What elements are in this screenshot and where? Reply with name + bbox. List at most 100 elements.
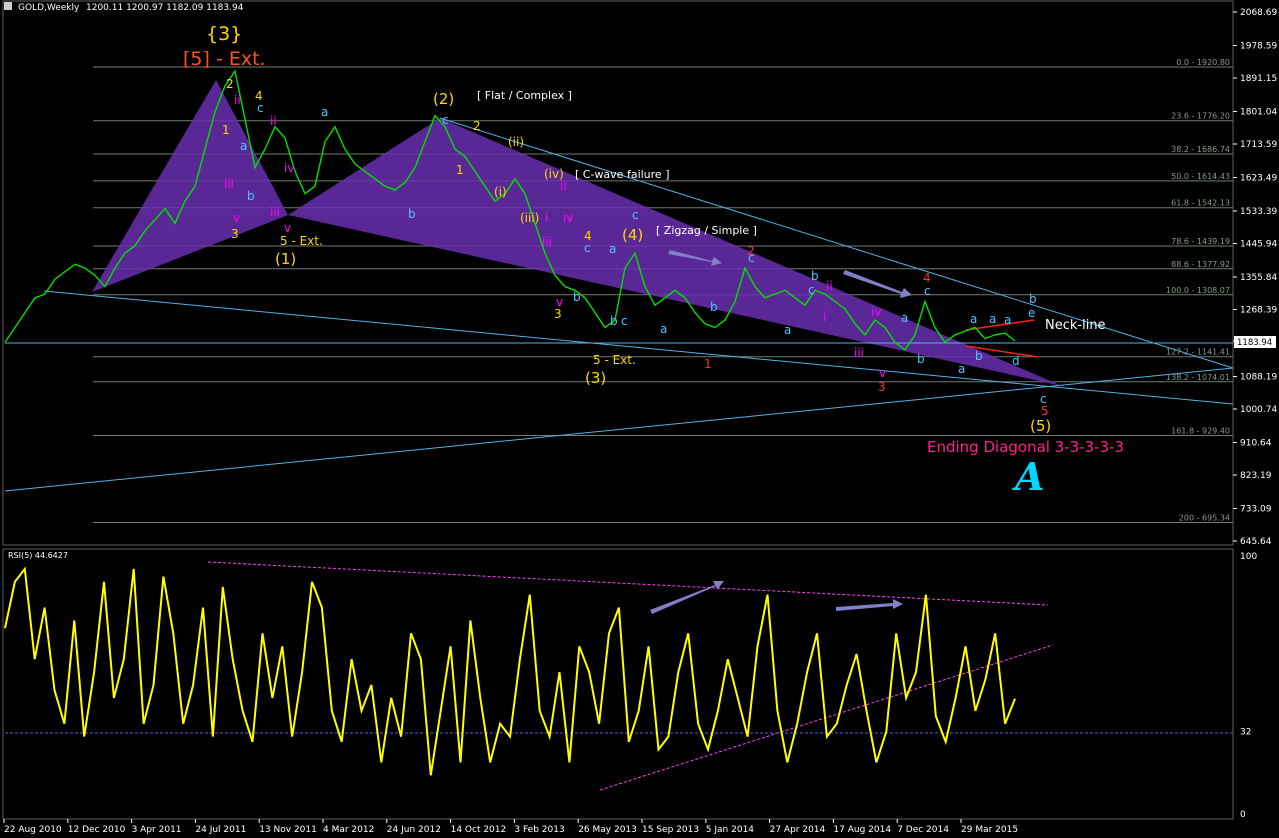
- fib-level-label: 88.6 - 1377.92: [1171, 260, 1230, 269]
- wave-count-label: 3: [554, 307, 562, 321]
- wave-count-label: c: [442, 113, 449, 127]
- logo-icon: A: [1012, 454, 1044, 499]
- time-axis-label: 24 Jul 2011: [195, 825, 246, 835]
- wave-count-label: 1: [222, 123, 230, 137]
- wave-3-label: (3): [585, 369, 606, 387]
- fib-level-label: 78.6 - 1439.19: [1171, 237, 1230, 246]
- time-axis-label: 7 Dec 2014: [897, 825, 949, 835]
- wave-count-label: b: [408, 207, 416, 221]
- wave-count-label: 3: [231, 227, 239, 241]
- neck-line-label: Neck-line: [1045, 318, 1106, 333]
- wave-count-label: 2: [747, 244, 755, 258]
- wave-count-label: b: [573, 290, 581, 304]
- wave-count-label: b: [710, 300, 718, 314]
- wave-count-label: 3: [878, 380, 886, 394]
- wave-count-label: iii: [542, 235, 552, 249]
- wave-count-label: b: [811, 269, 819, 283]
- fib-level-label: 0.0 - 1920.80: [1176, 58, 1230, 67]
- time-axis-label: 27 Apr 2014: [770, 825, 826, 835]
- wave-count-label: c: [924, 284, 931, 298]
- time-axis-label: 15 Sep 2013: [642, 825, 699, 835]
- wave-count-label: iv: [284, 161, 294, 175]
- rsi-axis-label: 0: [1240, 810, 1246, 820]
- wave-count-label: c: [632, 208, 639, 222]
- rsi-axis-label: 100: [1240, 552, 1257, 562]
- time-axis-label: 4 Mar 2012: [323, 825, 374, 835]
- wave-count-label: ii: [234, 93, 241, 107]
- time-axis-label: 14 Oct 2012: [451, 825, 507, 835]
- fib-level-label: 200 - 695.34: [1179, 514, 1230, 523]
- fib-level-label: 161.8 - 929.40: [1171, 427, 1230, 436]
- rsi-panel: [2, 548, 1234, 820]
- collapse-icon[interactable]: [4, 2, 12, 10]
- fib-level-label: 100.0 - 1308.07: [1166, 286, 1230, 295]
- wave-count-label: v: [233, 211, 240, 225]
- wave-3-curly-label: {3}: [206, 23, 242, 45]
- wave-count-label: a: [784, 323, 791, 337]
- wave-count-label: (i): [494, 185, 507, 199]
- wave-5-label: (5): [1030, 417, 1051, 435]
- wave-count-label: (ii): [508, 135, 524, 149]
- wave-count-label: b: [1029, 292, 1037, 306]
- wave-count-label: a: [970, 312, 977, 326]
- price-axis-label: 1713.59: [1240, 140, 1277, 150]
- price-axis-label: 1533.39: [1240, 207, 1277, 217]
- fib-level-label: 61.8 - 1542.13: [1171, 199, 1230, 208]
- wave-count-label: 1: [704, 357, 712, 371]
- wave-count-label: b: [610, 314, 618, 328]
- wave-count-label: b: [917, 352, 925, 366]
- time-axis-label: 26 May 2013: [578, 825, 637, 835]
- wave-count-label: a: [989, 312, 996, 326]
- wave-count-label: 1: [456, 163, 464, 177]
- price-axis-label: 1088.19: [1240, 372, 1277, 382]
- wave-count-label: b: [975, 349, 983, 363]
- wave-5-ext-label: [5] - Ext.: [183, 48, 266, 70]
- wave-count-label: v: [879, 366, 886, 380]
- wave-count-label: iv: [871, 305, 881, 319]
- rsi-axis: 100 32 0: [1240, 552, 1257, 820]
- fib-level-label: 23.6 - 1776.20: [1171, 112, 1230, 121]
- time-axis-label: 22 Aug 2010: [4, 825, 62, 835]
- price-axis-label: 1978.59: [1240, 41, 1277, 51]
- price-axis-label: 2068.69: [1240, 8, 1277, 18]
- price-axis-label: 1891.15: [1240, 74, 1277, 84]
- five-ext-label-a: 5 - Ext.: [280, 234, 323, 248]
- wave-count-label: 2: [226, 77, 234, 91]
- price-tag: 1183.94: [1237, 338, 1272, 348]
- wave-count-label: b: [247, 189, 255, 203]
- wave-count-label: 5: [1041, 404, 1049, 418]
- wave-count-label: a: [901, 311, 908, 325]
- wave-count-label: d: [1012, 354, 1020, 368]
- rsi-title: RSI(5) 44.6427: [8, 551, 68, 560]
- price-axis-label: 910.64: [1240, 438, 1272, 448]
- price-axis-label: 1623.49: [1240, 173, 1277, 183]
- time-axis-label: 5 Jan 2014: [706, 825, 754, 835]
- price-axis: 2068.69 1978.59 1891.15 1801.04 1713.59 1623.…: [1233, 8, 1277, 547]
- wave-count-label: c: [257, 101, 264, 115]
- wave-count-label: a: [321, 105, 328, 119]
- wave-count-label: (iii): [520, 211, 539, 225]
- wave-count-label: 4: [923, 271, 931, 285]
- time-axis-label: 29 Mar 2015: [961, 825, 1018, 835]
- chart-header: GOLD,Weekly: [18, 3, 80, 13]
- price-axis-label: 1445.94: [1240, 239, 1277, 249]
- wave-count-label: ii: [270, 114, 277, 128]
- wave-count-label: e: [1028, 306, 1035, 320]
- wave-count-label: a: [1004, 313, 1011, 327]
- fib-level-label: 50.0 - 1614.43: [1171, 172, 1230, 181]
- wave-count-label: 2: [473, 119, 481, 133]
- price-axis-label: 1355.84: [1240, 273, 1277, 283]
- rsi-axis-label: 32: [1240, 727, 1251, 737]
- time-axis-label: 3 Apr 2011: [132, 825, 182, 835]
- wave-count-label: c: [621, 314, 628, 328]
- ohlc-readout: 1200.11 1200.97 1182.09 1183.94: [86, 3, 244, 13]
- price-axis-label: 1268.39: [1240, 306, 1277, 316]
- wave-count-label: a: [660, 322, 667, 336]
- wave-count-label: v: [284, 221, 291, 235]
- price-axis-label: 823.19: [1240, 471, 1272, 481]
- wave-count-label: iii: [270, 205, 280, 219]
- time-axis-label: 17 Aug 2014: [833, 825, 891, 835]
- c-wave-failure-label: [ C-wave failure ]: [575, 168, 669, 181]
- wave-count-label: c: [584, 241, 591, 255]
- price-axis-label: 1801.04: [1240, 107, 1277, 117]
